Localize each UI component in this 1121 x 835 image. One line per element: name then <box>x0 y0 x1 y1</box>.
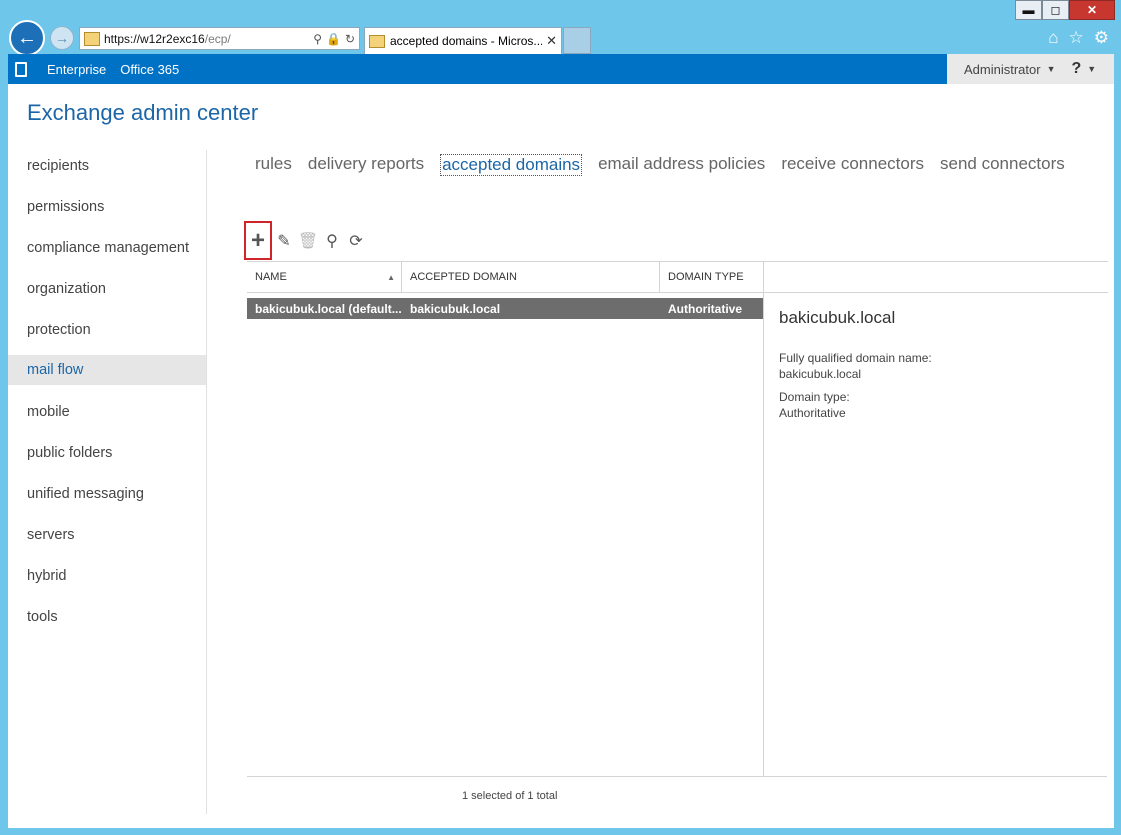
sidebar-item-mobile[interactable]: mobile <box>8 391 206 432</box>
tab-accepted-domains[interactable]: accepted domains <box>440 154 583 176</box>
office365-link[interactable]: Office 365 <box>120 62 179 77</box>
chevron-down-icon[interactable]: ▼ <box>1087 64 1096 74</box>
cell-domain-type: Authoritative <box>668 301 743 316</box>
close-button[interactable]: ✕ <box>1069 0 1115 20</box>
tab-title: accepted domains - Micros... <box>390 34 543 48</box>
user-menu[interactable]: Administrator <box>964 62 1041 77</box>
grid-bottom-divider <box>247 776 1107 777</box>
minimize-button[interactable]: ▬ <box>1015 0 1042 20</box>
enterprise-link[interactable]: Enterprise <box>47 62 106 77</box>
home-icon[interactable]: ⌂ <box>1048 28 1058 48</box>
help-menu[interactable]: ? <box>1072 60 1082 78</box>
sidebar-item-protection[interactable]: protection <box>8 309 206 350</box>
sidebar-item-unified-messaging[interactable]: unified messaging <box>8 473 206 514</box>
cell-name: bakicubuk.local (default... <box>255 301 402 316</box>
details-title: bakicubuk.local <box>779 308 896 327</box>
sort-ascending-icon: ▲ <box>387 272 395 282</box>
office-logo-icon[interactable] <box>8 54 34 84</box>
cell-accepted-domain: bakicubuk.local <box>410 301 501 316</box>
tab-email-address-policies[interactable]: email address policies <box>598 154 765 176</box>
browser-tab[interactable]: accepted domains - Micros... ✕ <box>364 27 562 54</box>
sidebar-item-recipients[interactable]: recipients <box>8 145 206 186</box>
sidebar-divider <box>206 150 207 814</box>
chevron-down-icon[interactable]: ▼ <box>1047 64 1056 74</box>
details-pane: bakicubuk.local Fully qualified domain n… <box>763 261 1108 777</box>
column-header-name[interactable]: NAME ▲ <box>247 262 402 292</box>
sidebar-item-servers[interactable]: servers <box>8 514 206 555</box>
tab-close-icon[interactable]: ✕ <box>546 33 557 49</box>
domains-grid: NAME ▲ ACCEPTED DOMAIN DOMAIN TYPE bakic… <box>247 261 764 777</box>
refresh-icon[interactable]: ⟳ <box>344 229 368 253</box>
new-tab-button[interactable] <box>563 27 591 54</box>
sidebar-item-compliance-management[interactable]: compliance management <box>8 227 206 268</box>
maximize-button[interactable]: ◻ <box>1042 0 1069 20</box>
sidebar-item-hybrid[interactable]: hybrid <box>8 555 206 596</box>
column-header-accepted-domain[interactable]: ACCEPTED DOMAIN <box>402 262 660 292</box>
favorites-star-icon[interactable]: ☆ <box>1069 28 1084 48</box>
toolbar: + ✎ 🗑 ⚲ ⟳ <box>244 221 368 260</box>
url-host: https://w12r2exc16 <box>104 31 205 46</box>
window-controls: ▬ ◻ ✕ <box>1015 0 1115 20</box>
refresh-icon[interactable]: ↻ <box>345 32 355 46</box>
sidebar-item-public-folders[interactable]: public folders <box>8 432 206 473</box>
arrow-left-icon: ← <box>17 26 37 49</box>
sidebar-item-mail-flow[interactable]: mail flow <box>8 355 206 385</box>
lock-icon[interactable]: 🔒 <box>326 32 341 46</box>
address-bar[interactable]: https://w12r2exc16/ecp/ ⚲ 🔒 ↻ <box>79 27 360 50</box>
fqdn-label: Fully qualified domain name: <box>779 351 932 365</box>
sidebar-item-organization[interactable]: organization <box>8 268 206 309</box>
forward-button[interactable]: → <box>50 26 74 50</box>
url-path: /ecp/ <box>204 31 231 46</box>
sidebar-item-tools[interactable]: tools <box>8 596 206 637</box>
domain-type-value: Authoritative <box>779 406 846 420</box>
search-icon[interactable]: ⚲ <box>320 229 344 253</box>
sidebar-nav: recipients permissions compliance manage… <box>8 145 206 637</box>
browser-chrome: ▬ ◻ ✕ ← → https://w12r2exc16/ecp/ ⚲ 🔒 ↻ … <box>0 0 1121 56</box>
selection-status: 1 selected of 1 total <box>462 790 558 802</box>
tab-delivery-reports[interactable]: delivery reports <box>308 154 424 176</box>
column-header-domain-type[interactable]: DOMAIN TYPE <box>660 262 764 292</box>
tab-favicon-icon <box>369 34 385 48</box>
grid-header: NAME ▲ ACCEPTED DOMAIN DOMAIN TYPE <box>247 261 764 293</box>
subtab-bar: rules delivery reports accepted domains … <box>255 154 1065 176</box>
tab-send-connectors[interactable]: send connectors <box>940 154 1065 176</box>
fqdn-value: bakicubuk.local <box>779 367 862 381</box>
site-icon <box>84 31 100 46</box>
domain-type-label: Domain type: <box>779 390 850 404</box>
arrow-right-icon: → <box>55 30 69 46</box>
tab-receive-connectors[interactable]: receive connectors <box>781 154 924 176</box>
page-title: Exchange admin center <box>27 100 259 125</box>
edit-pencil-icon[interactable]: ✎ <box>272 229 296 253</box>
app-top-bar: Enterprise Office 365 Administrator ▼ ? … <box>8 54 1114 84</box>
search-icon[interactable]: ⚲ <box>313 32 322 46</box>
add-button[interactable]: + <box>244 221 272 260</box>
tab-rules[interactable]: rules <box>255 154 292 176</box>
sidebar-item-permissions[interactable]: permissions <box>8 186 206 227</box>
delete-trash-icon[interactable]: 🗑 <box>296 229 320 253</box>
page-content: Exchange admin center recipients permiss… <box>8 84 1114 828</box>
settings-gear-icon[interactable]: ⚙ <box>1094 28 1109 48</box>
back-button[interactable]: ← <box>9 20 45 56</box>
user-bar: Administrator ▼ ? ▼ <box>947 54 1114 84</box>
table-row[interactable]: bakicubuk.local (default... bakicubuk.lo… <box>247 298 764 319</box>
